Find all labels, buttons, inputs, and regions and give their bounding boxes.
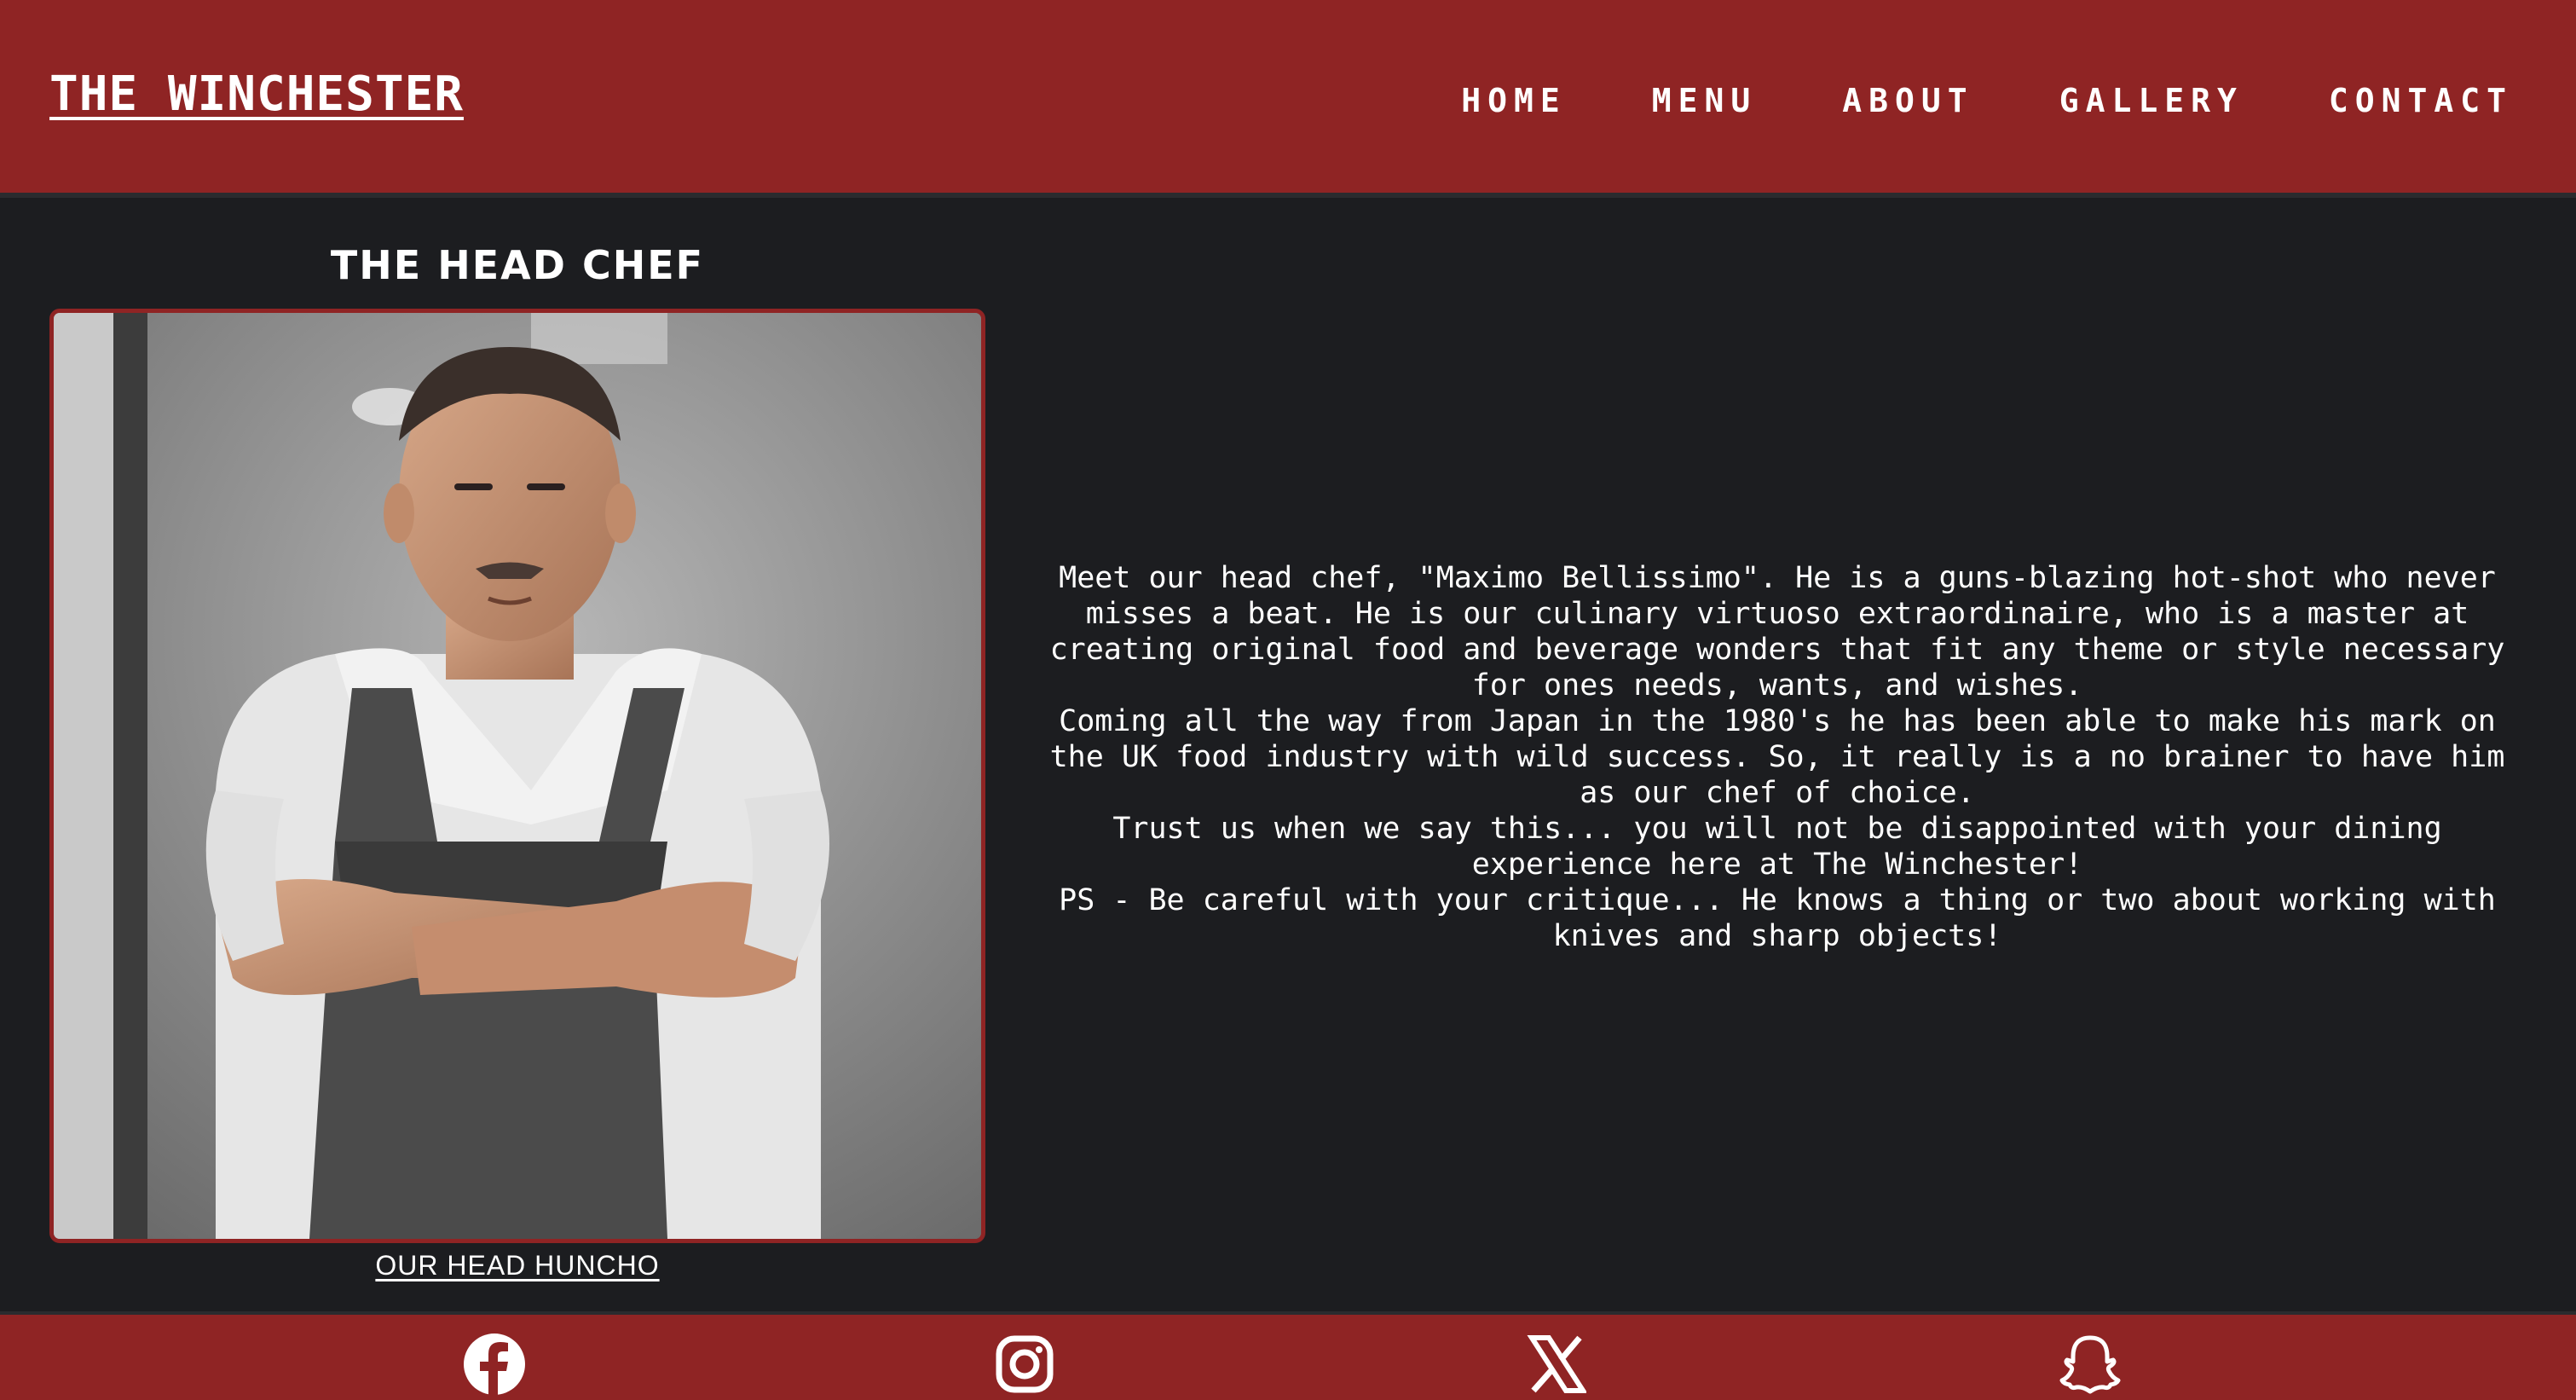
photo-caption-link[interactable]: OUR HEAD HUNCHO [49,1250,985,1281]
site-footer [0,1311,2576,1400]
bio-paragraph: PS - Be careful with your critique... He… [1059,883,2496,953]
main-nav: HOME MENU ABOUT GALLERY CONTACT [1376,82,2513,119]
main-content: THE HEAD CHEF OUR HEAD HUNCHO Meet our h… [0,203,2576,1311]
nav-home[interactable]: HOME [1461,82,1567,119]
bio-paragraph: Trust us when we say this... you will no… [1112,812,2442,882]
nav-contact[interactable]: CONTACT [2329,82,2513,119]
nav-menu[interactable]: MENU [1652,82,1758,119]
site-title-link[interactable]: THE WINCHESTER [49,67,464,122]
x-icon[interactable] [1522,1330,1591,1398]
chef-portrait-image [54,313,981,1239]
chef-bio: Meet our head chef, "Maximo Bellissimo".… [1031,203,2523,1311]
chef-heading: THE HEAD CHEF [330,242,705,288]
bio-paragraph: Coming all the way from Japan in the 198… [1049,704,2505,810]
instagram-icon[interactable] [991,1330,1059,1398]
site-header: THE WINCHESTER HOME MENU ABOUT GALLERY C… [0,0,2576,198]
facebook-icon[interactable] [460,1330,528,1398]
nav-about[interactable]: ABOUT [1842,82,1973,119]
snapchat-icon[interactable] [2056,1330,2124,1398]
nav-gallery[interactable]: GALLERY [2059,82,2244,119]
bio-paragraph: Meet our head chef, "Maximo Bellissimo".… [1049,561,2505,703]
chef-photo [49,309,985,1243]
